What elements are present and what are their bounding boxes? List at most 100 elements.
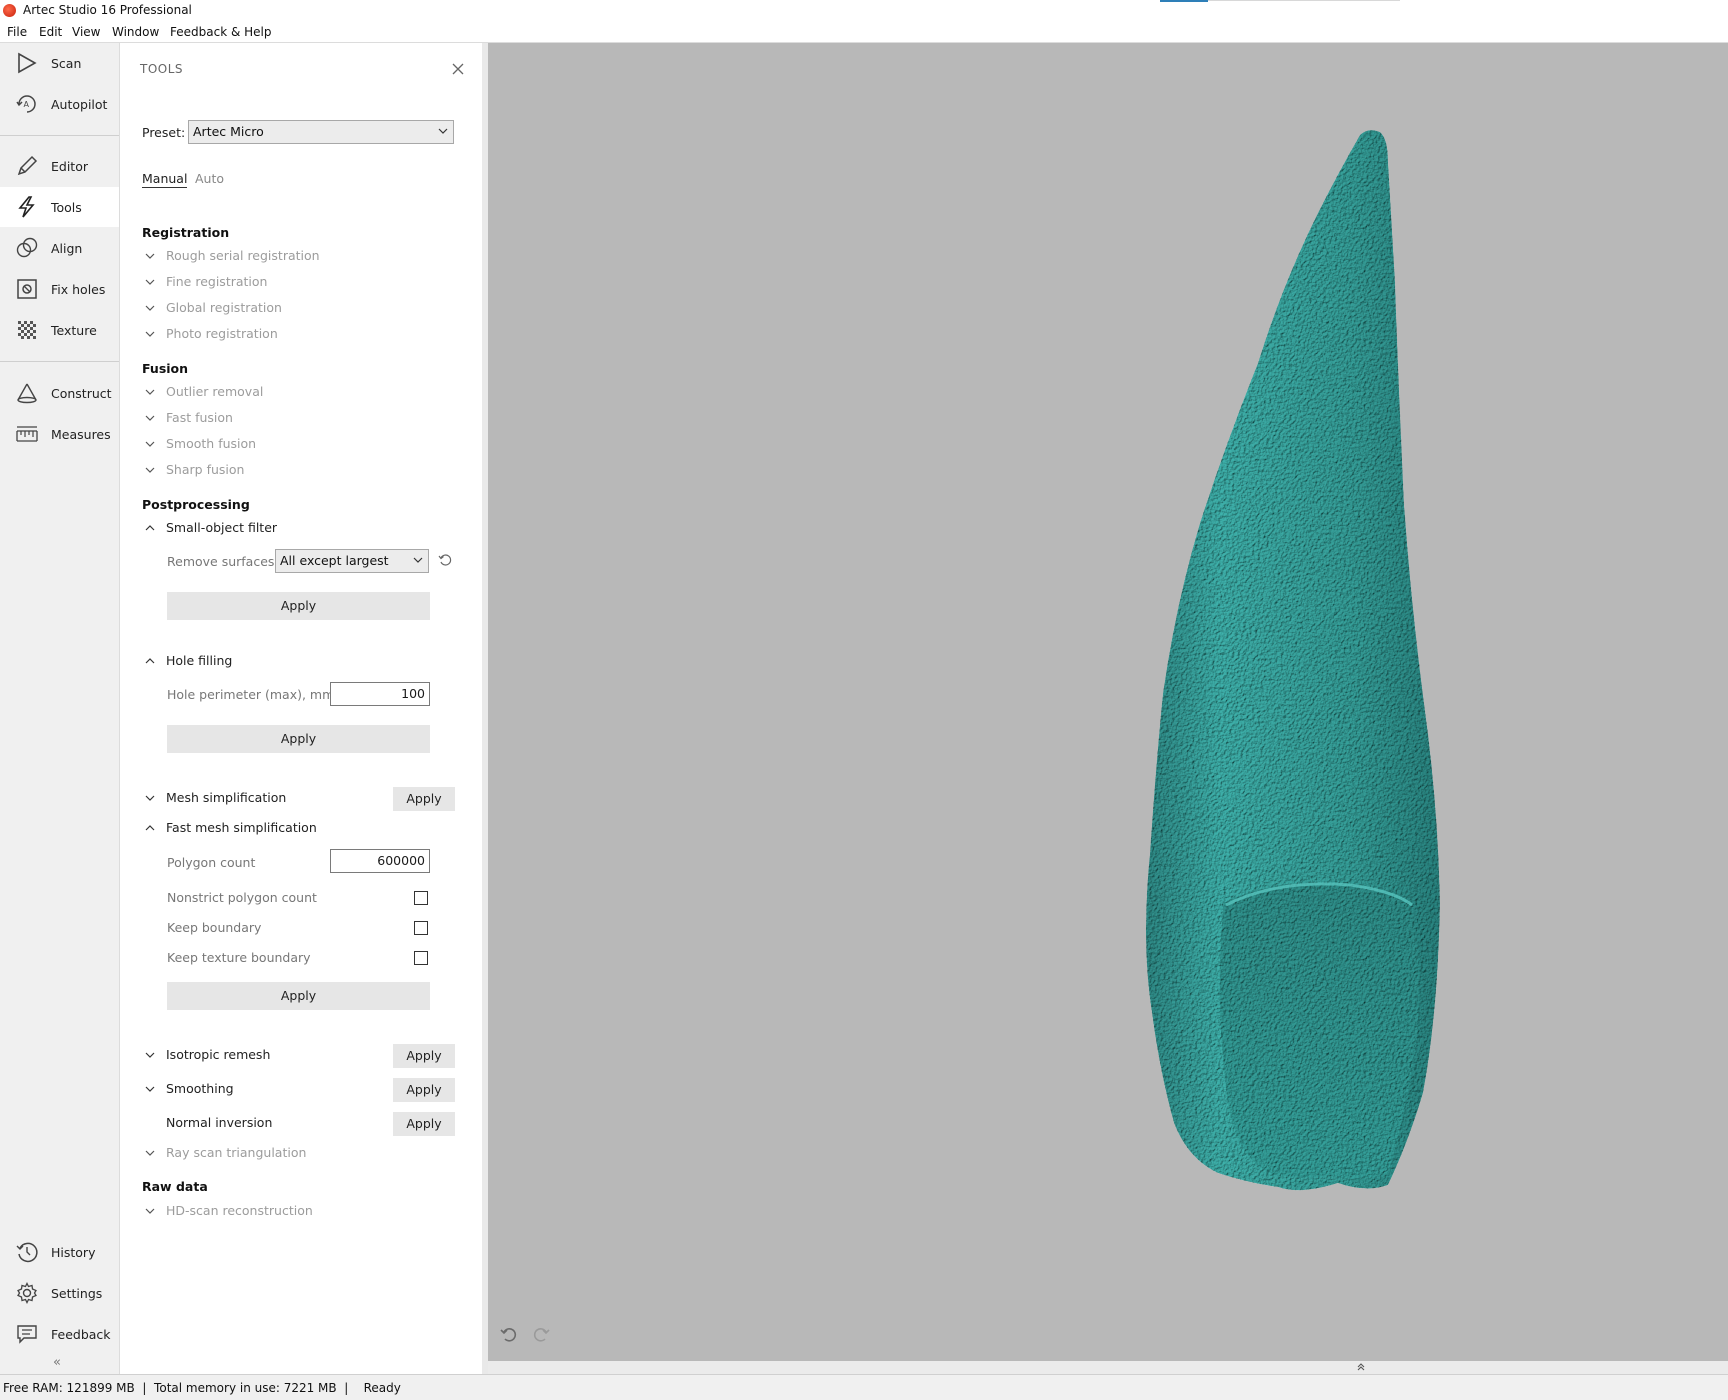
rail-item-fix-holes[interactable]: Fix holes — [0, 269, 119, 309]
tool-hole-filling[interactable]: Hole filling — [142, 652, 462, 672]
history-icon — [16, 1242, 38, 1263]
small-object-filter-apply-button[interactable]: Apply — [167, 592, 430, 620]
tool-fast-mesh-simplification[interactable]: Fast mesh simplification — [142, 819, 462, 839]
tool-label: Photo registration — [166, 326, 278, 341]
tool-small-object-filter[interactable]: Small-object filter — [142, 519, 462, 539]
tool-hd-scan-reconstruction[interactable]: HD-scan reconstruction — [142, 1202, 462, 1222]
tool-label: HD-scan reconstruction — [166, 1203, 313, 1218]
rail-item-tools[interactable]: Tools — [0, 187, 119, 227]
close-icon[interactable] — [450, 61, 466, 77]
tool-rough-serial-registration[interactable]: Rough serial registration — [142, 247, 462, 267]
tool-label: Outlier removal — [166, 384, 264, 399]
autopilot-icon: A — [16, 95, 36, 113]
rail-item-texture[interactable]: Texture — [0, 310, 119, 350]
polygon-count-label: Polygon count — [167, 855, 256, 870]
texture-icon — [18, 321, 36, 339]
chevron-down-icon — [145, 415, 155, 421]
chevron-up-icon — [145, 658, 155, 664]
polygon-count-value: 600000 — [377, 853, 425, 868]
tool-sharp-fusion[interactable]: Sharp fusion — [142, 461, 462, 481]
tool-label: Isotropic remesh — [166, 1047, 271, 1062]
menu-window[interactable]: Window — [112, 25, 159, 39]
fast-mesh-simplification-apply-button[interactable]: Apply — [167, 982, 430, 1010]
hole-filling-apply-button[interactable]: Apply — [167, 725, 430, 753]
menu-feedback-help[interactable]: Feedback & Help — [170, 25, 272, 39]
tool-fast-fusion[interactable]: Fast fusion — [142, 409, 462, 429]
hole-perimeter-input[interactable]: 100 — [330, 682, 430, 706]
cone-icon — [17, 383, 37, 404]
rail-label: History — [51, 1244, 96, 1260]
rail-label: Texture — [51, 322, 97, 338]
remove-surfaces-value: All except largest — [280, 553, 389, 568]
normal-inversion-apply-button[interactable]: Apply — [393, 1112, 455, 1136]
title-bar: Artec Studio 16 Professional — [0, 0, 1728, 22]
rail-item-feedback[interactable]: Feedback — [0, 1314, 119, 1354]
rail-label: Editor — [51, 158, 88, 174]
rail-item-measures[interactable]: Measures — [0, 414, 119, 454]
hole-perimeter-label: Hole perimeter (max), mm — [167, 687, 335, 702]
tool-label: Small-object filter — [166, 520, 278, 535]
nonstrict-polygon-checkbox[interactable] — [414, 891, 428, 905]
rail-item-construct[interactable]: Construct — [0, 373, 119, 413]
menu-view[interactable]: View — [72, 25, 100, 39]
smoothing-apply-button[interactable]: Apply — [393, 1078, 455, 1102]
tool-label: Sharp fusion — [166, 462, 245, 477]
rail-item-autopilot[interactable]: A Autopilot — [0, 84, 119, 124]
tool-smooth-fusion[interactable]: Smooth fusion — [142, 435, 462, 455]
menu-edit[interactable]: Edit — [39, 25, 62, 39]
undo-icon[interactable] — [500, 1325, 518, 1343]
tool-photo-registration[interactable]: Photo registration — [142, 325, 462, 345]
title-accent-bar — [1160, 0, 1208, 2]
title-divider — [1208, 0, 1400, 1]
left-rail: Scan A Autopilot Editor Tools Align Fix … — [0, 43, 120, 1374]
tab-auto[interactable]: Auto — [195, 171, 224, 186]
rail-label: Autopilot — [51, 96, 108, 112]
3d-viewport[interactable] — [488, 43, 1728, 1361]
tool-label: Hole filling — [166, 653, 233, 668]
scanned-model[interactable] — [488, 43, 1728, 1361]
chevron-down-icon — [145, 441, 155, 447]
status-bar: Free RAM: 121899 MB | Total memory in us… — [0, 1374, 1728, 1400]
tool-fine-registration[interactable]: Fine registration — [142, 273, 462, 293]
bottom-panel-strip — [488, 1361, 1728, 1374]
section-fusion: Fusion — [142, 361, 189, 376]
menu-bar: File Edit View Window Feedback & Help — [0, 22, 1728, 43]
chevron-down-icon — [145, 305, 155, 311]
rail-item-align[interactable]: Align — [0, 228, 119, 268]
reset-icon[interactable] — [438, 553, 452, 567]
redo-icon[interactable] — [532, 1325, 550, 1343]
ruler-icon — [16, 426, 38, 442]
menu-file[interactable]: File — [7, 25, 27, 39]
remove-surfaces-dropdown[interactable]: All except largest — [275, 549, 429, 573]
section-raw-data: Raw data — [142, 1179, 208, 1194]
rail-item-settings[interactable]: Settings — [0, 1273, 119, 1313]
rail-item-history[interactable]: History — [0, 1232, 119, 1272]
preset-dropdown[interactable]: Artec Micro — [188, 120, 454, 144]
chevron-down-icon — [145, 795, 155, 801]
align-icon — [16, 237, 38, 258]
mesh-simplification-apply-button[interactable]: Apply — [393, 787, 455, 811]
chevron-down-icon — [145, 1086, 155, 1092]
preset-value: Artec Micro — [193, 124, 264, 139]
tool-outlier-removal[interactable]: Outlier removal — [142, 383, 462, 403]
isotropic-remesh-apply-button[interactable]: Apply — [393, 1044, 455, 1068]
rail-label: Tools — [51, 199, 82, 215]
collapse-rail-button[interactable]: « — [53, 1355, 61, 1370]
preset-label: Preset: — [142, 125, 186, 140]
rail-item-scan[interactable]: Scan — [0, 43, 119, 83]
tool-label: Normal inversion — [166, 1115, 273, 1130]
tool-global-registration[interactable]: Global registration — [142, 299, 462, 319]
keep-boundary-checkbox[interactable] — [414, 921, 428, 935]
rail-item-editor[interactable]: Editor — [0, 146, 119, 186]
tool-ray-scan-triangulation[interactable]: Ray scan triangulation — [142, 1144, 462, 1164]
keep-texture-boundary-checkbox[interactable] — [414, 951, 428, 965]
rail-label: Construct — [51, 385, 112, 401]
tab-manual[interactable]: Manual — [142, 171, 188, 188]
rail-label: Feedback — [51, 1326, 111, 1342]
chevron-up-icon — [145, 525, 155, 531]
lightning-icon — [18, 196, 35, 218]
polygon-count-input[interactable]: 600000 — [330, 849, 430, 873]
expand-up-icon[interactable] — [1356, 1362, 1366, 1372]
rail-divider — [0, 135, 119, 136]
status-text: Free RAM: 121899 MB | Total memory in us… — [3, 1381, 401, 1395]
